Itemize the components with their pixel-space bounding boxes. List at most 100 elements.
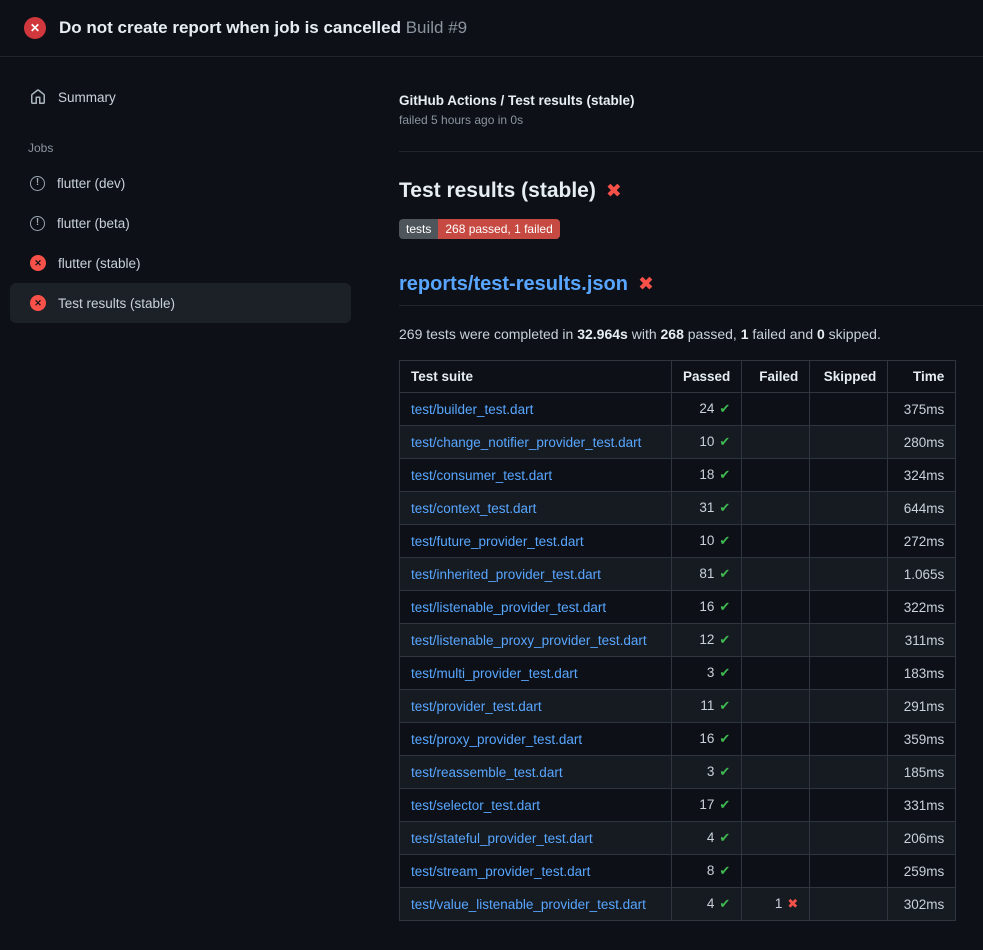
table-header-row: Test suite Passed Failed Skipped Time <box>400 361 956 393</box>
failed-cell <box>742 492 810 525</box>
table-row: test/stateful_provider_test.dart 4✔ 206m… <box>400 822 956 855</box>
time-cell: 644ms <box>888 492 956 525</box>
time-cell: 185ms <box>888 756 956 789</box>
sidebar-item-flutter-dev[interactable]: ! flutter (dev) <box>10 163 351 203</box>
col-header-skipped: Skipped <box>810 361 888 393</box>
table-row: test/stream_provider_test.dart 8✔ 259ms <box>400 855 956 888</box>
suite-link[interactable]: test/stateful_provider_test.dart <box>411 831 593 846</box>
failed-cell <box>742 690 810 723</box>
suite-link[interactable]: test/listenable_provider_test.dart <box>411 600 606 615</box>
suite-link[interactable]: test/listenable_proxy_provider_test.dart <box>411 633 647 648</box>
run-title: Do not create report when job is cancell… <box>59 18 467 38</box>
sidebar-item-flutter-stable[interactable]: ✕ flutter (stable) <box>10 243 351 283</box>
skipped-cell <box>810 756 888 789</box>
table-row: test/listenable_provider_test.dart 16✔ 3… <box>400 591 956 624</box>
skipped-cell <box>810 888 888 921</box>
exclaim-glyph: ! <box>36 218 39 228</box>
skipped-cell <box>810 393 888 426</box>
failed-cell <box>742 756 810 789</box>
time-cell: 272ms <box>888 525 956 558</box>
passed-cell: 16✔ <box>672 591 742 624</box>
failed-cell <box>742 459 810 492</box>
table-row: test/provider_test.dart 11✔ 291ms <box>400 690 956 723</box>
sidebar-item-flutter-beta[interactable]: ! flutter (beta) <box>10 203 351 243</box>
passed-cell: 18✔ <box>672 459 742 492</box>
sidebar-item-label: Test results (stable) <box>58 296 175 311</box>
time-cell: 331ms <box>888 789 956 822</box>
suite-link[interactable]: test/consumer_test.dart <box>411 468 552 483</box>
col-header-time: Time <box>888 361 956 393</box>
tests-badge: tests 268 passed, 1 failed <box>399 219 560 239</box>
passed-cell: 8✔ <box>672 855 742 888</box>
failed-cell <box>742 855 810 888</box>
jobs-sidebar: Summary Jobs ! flutter (dev) ! flutter (… <box>0 57 399 323</box>
check-icon: ✔ <box>719 566 730 581</box>
col-header-suite: Test suite <box>400 361 672 393</box>
skipped-cell <box>810 822 888 855</box>
check-icon: ✔ <box>719 467 730 482</box>
check-icon: ✔ <box>719 500 730 515</box>
suite-link[interactable]: test/reassemble_test.dart <box>411 765 563 780</box>
sidebar-item-summary[interactable]: Summary <box>10 77 351 117</box>
passed-cell: 31✔ <box>672 492 742 525</box>
check-icon: ✔ <box>719 599 730 614</box>
suite-link[interactable]: test/inherited_provider_test.dart <box>411 567 601 582</box>
jobs-heading: Jobs <box>28 141 351 155</box>
failed-cell <box>742 789 810 822</box>
suite-link[interactable]: test/future_provider_test.dart <box>411 534 584 549</box>
failed-cell <box>742 591 810 624</box>
skipped-cell <box>810 558 888 591</box>
skipped-cell <box>810 492 888 525</box>
skipped-cell <box>810 624 888 657</box>
main-content: GitHub Actions / Test results (stable) f… <box>399 57 983 921</box>
failed-cell <box>742 558 810 591</box>
run-failed-icon: ✕ <box>24 17 46 39</box>
table-row: test/change_notifier_provider_test.dart … <box>400 426 956 459</box>
check-icon: ✔ <box>719 896 730 911</box>
suite-link[interactable]: test/stream_provider_test.dart <box>411 864 590 879</box>
badge-value: 268 passed, 1 failed <box>438 219 559 239</box>
suite-link[interactable]: test/change_notifier_provider_test.dart <box>411 435 641 450</box>
passed-cell: 3✔ <box>672 756 742 789</box>
passed-cell: 24✔ <box>672 393 742 426</box>
x-glyph: ✕ <box>34 299 42 308</box>
passed-cell: 10✔ <box>672 426 742 459</box>
table-row: test/value_listenable_provider_test.dart… <box>400 888 956 921</box>
skipped-cell <box>810 723 888 756</box>
suite-link[interactable]: test/value_listenable_provider_test.dart <box>411 897 646 912</box>
check-icon: ✔ <box>719 830 730 845</box>
passed-cell: 4✔ <box>672 888 742 921</box>
failed-cell <box>742 657 810 690</box>
suite-link[interactable]: test/context_test.dart <box>411 501 536 516</box>
home-icon <box>30 89 46 105</box>
table-row: test/selector_test.dart 17✔ 331ms <box>400 789 956 822</box>
passed-cell: 3✔ <box>672 657 742 690</box>
suite-link[interactable]: test/selector_test.dart <box>411 798 540 813</box>
suite-link[interactable]: test/provider_test.dart <box>411 699 542 714</box>
skipped-cell <box>810 525 888 558</box>
check-icon: ✔ <box>719 797 730 812</box>
report-title-link[interactable]: reports/test-results.json ✖ <box>399 273 983 306</box>
sidebar-item-label: Summary <box>58 90 116 105</box>
failed-x-icon: ✖ <box>638 273 654 296</box>
table-row: test/proxy_provider_test.dart 16✔ 359ms <box>400 723 956 756</box>
sidebar-item-test-results-stable[interactable]: ✕ Test results (stable) <box>10 283 351 323</box>
check-icon: ✔ <box>719 698 730 713</box>
passed-cell: 17✔ <box>672 789 742 822</box>
check-icon: ✔ <box>719 434 730 449</box>
suite-link[interactable]: test/builder_test.dart <box>411 402 533 417</box>
check-icon: ✔ <box>719 731 730 746</box>
check-title: Test results (stable) ✖ <box>399 179 983 203</box>
suite-link[interactable]: test/proxy_provider_test.dart <box>411 732 582 747</box>
table-row: test/inherited_provider_test.dart 81✔ 1.… <box>400 558 956 591</box>
sidebar-item-label: flutter (dev) <box>57 176 125 191</box>
time-cell: 1.065s <box>888 558 956 591</box>
check-icon: ✔ <box>719 632 730 647</box>
failed-status-icon: ✕ <box>30 255 46 271</box>
divider <box>399 151 983 152</box>
passed-cell: 10✔ <box>672 525 742 558</box>
skipped-cell <box>810 789 888 822</box>
time-cell: 375ms <box>888 393 956 426</box>
suite-link[interactable]: test/multi_provider_test.dart <box>411 666 578 681</box>
run-title-text: Do not create report when job is cancell… <box>59 18 401 37</box>
